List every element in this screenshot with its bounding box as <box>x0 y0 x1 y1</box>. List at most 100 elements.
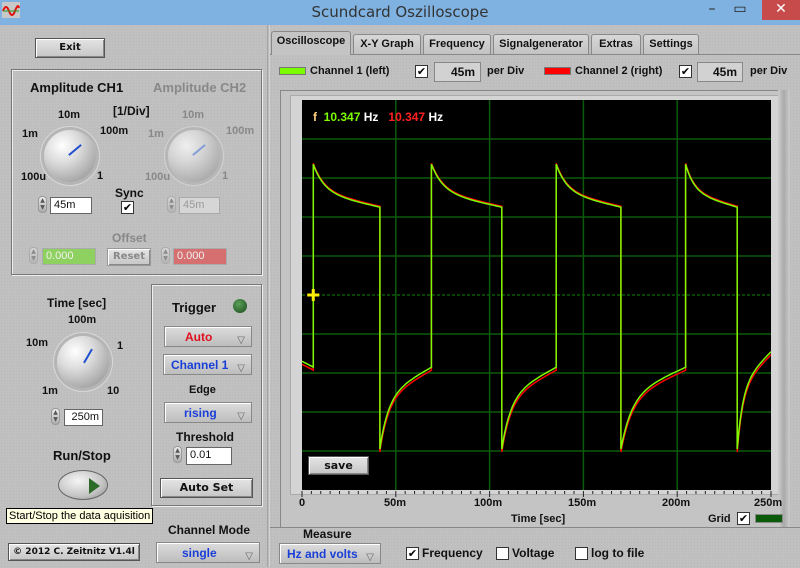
tab-oscilloscope[interactable]: Oscilloscope <box>271 31 351 55</box>
trigger-channel-value: Channel 1 <box>171 358 229 372</box>
grid-color-swatch[interactable] <box>755 514 783 523</box>
x-tick-label: 200m <box>662 497 691 509</box>
sync-label: Sync <box>115 186 144 200</box>
tab-xy-graph[interactable]: X-Y Graph <box>353 34 421 54</box>
ch1-amplitude-spinner[interactable]: ▲ ▼ <box>38 196 47 213</box>
tab-settings[interactable]: Settings <box>643 34 699 54</box>
x-axis-label: Time [sec] <box>511 513 566 525</box>
oscilloscope-plot[interactable] <box>301 100 772 490</box>
offset-ch2-spinner: ▲ ▼ <box>161 247 170 264</box>
ch1-scale-10m: 10m <box>58 109 81 121</box>
voltage-option-label: Voltage <box>512 546 555 560</box>
amplitude-ch2-knob <box>168 130 220 182</box>
freq-unit-ch2: Hz <box>428 110 444 124</box>
x-axis-ticks <box>301 491 772 497</box>
amplitude-ch2-title: Amplitude CH2 <box>153 80 247 95</box>
freq-ch1: 10.347 <box>323 110 361 124</box>
ch2-per-div-field[interactable]: 45m <box>697 62 743 82</box>
runstop-button[interactable] <box>58 470 108 500</box>
freq-unit-ch1: Hz <box>363 110 379 124</box>
trigger-led-icon <box>233 299 247 313</box>
play-icon <box>89 478 100 494</box>
ch1-per-div-field[interactable]: 45m <box>434 62 481 82</box>
channel-2-trace <box>301 163 772 453</box>
frequency-option-label: Frequency <box>422 546 483 560</box>
save-button[interactable]: save <box>308 456 369 475</box>
threshold-input[interactable]: 0.01 <box>186 447 232 465</box>
chevron-down-icon: ▽ <box>237 335 245 346</box>
runstop-title: Run/Stop <box>53 448 111 463</box>
trigger-edge-dropdown[interactable]: rising ▽ <box>164 402 252 423</box>
time-spinner[interactable]: ▲ ▼ <box>51 408 60 425</box>
x-tick-label: 150m <box>568 497 597 509</box>
trigger-mode-value: Auto <box>185 330 213 344</box>
panel-divider <box>267 25 270 567</box>
measure-label: Measure <box>303 527 352 541</box>
frequency-checkbox[interactable]: ✔ <box>406 547 419 560</box>
ch2-scale-1m: 1m <box>148 128 164 140</box>
grid-checkbox[interactable]: ✔ <box>737 512 750 525</box>
time-scale-1m: 1m <box>42 385 58 397</box>
threshold-label: Threshold <box>176 430 235 444</box>
chevron-down-icon: ▽ <box>237 363 245 374</box>
ch2-enable-checkbox[interactable]: ✔ <box>679 65 692 78</box>
measure-mode-dropdown[interactable]: Hz and volts ▽ <box>279 543 381 564</box>
close-icon[interactable]: ✕ <box>762 0 800 20</box>
channel-mode-value: single <box>182 546 217 560</box>
ch1-amplitude-input[interactable]: 45m <box>50 197 92 214</box>
trigger-edge-value: rising <box>184 406 217 420</box>
time-scale-10m: 10m <box>26 337 49 349</box>
trigger-mode-dropdown[interactable]: Auto ▽ <box>164 326 252 347</box>
time-scale-10: 10 <box>107 385 120 397</box>
time-knob[interactable] <box>57 336 109 388</box>
time-title: Time [sec] <box>47 296 107 310</box>
frequency-readout: f 10.347 Hz 10.347 Hz <box>313 110 443 124</box>
x-tick-label: 50m <box>384 497 407 509</box>
offset-label: Offset <box>112 231 147 245</box>
amplitude-ch1-knob[interactable] <box>44 130 96 182</box>
voltage-checkbox[interactable] <box>496 547 509 560</box>
x-tick-label: 100m <box>474 497 503 509</box>
offset-reset-button: Reset <box>107 248 151 266</box>
measure-mode-value: Hz and volts <box>287 547 358 561</box>
tab-signalgenerator[interactable]: Signalgenerator <box>493 34 589 54</box>
log-to-file-checkbox[interactable] <box>575 547 588 560</box>
amplitude-unit-label: [1/Div] <box>113 104 150 118</box>
tab-frequency[interactable]: Frequency <box>423 34 491 54</box>
ch1-label: Channel 1 (left) <box>310 65 390 77</box>
autoset-button[interactable]: Auto Set <box>160 478 253 498</box>
amplitude-ch1-title: Amplitude CH1 <box>30 80 124 95</box>
ch1-enable-checkbox[interactable]: ✔ <box>415 65 428 78</box>
runstop-tooltip: Start/Stop the data aquisition <box>6 508 154 524</box>
edge-label: Edge <box>189 384 216 396</box>
exit-button[interactable]: Exit <box>35 38 105 58</box>
tab-extras[interactable]: Extras <box>591 34 641 54</box>
ch1-scale-1: 1 <box>97 170 104 182</box>
ch2-color-swatch[interactable] <box>544 67 571 75</box>
x-tick-label: 0 <box>299 497 306 509</box>
channel-mode-label: Channel Mode <box>168 523 251 537</box>
channel-mode-dropdown[interactable]: single ▽ <box>156 542 260 563</box>
sync-checkbox[interactable]: ✔ <box>121 201 134 214</box>
minimize-icon[interactable]: – <box>702 0 722 20</box>
ch1-scale-1m: 1m <box>22 128 38 140</box>
grid-label: Grid <box>708 513 731 525</box>
x-tick-label: 250m <box>754 497 783 509</box>
trigger-channel-dropdown[interactable]: Channel 1 ▽ <box>163 354 252 375</box>
window-title: Scundcard Oszilloscope <box>311 3 489 21</box>
time-input[interactable]: 250m <box>64 409 103 426</box>
ch1-scale-100m: 100m <box>100 125 129 137</box>
ch2-amplitude-input: 45m <box>179 197 220 214</box>
freq-prefix: f <box>313 110 317 124</box>
chevron-down-icon: ▽ <box>245 551 253 562</box>
title-bar: Scundcard Oszilloscope – ▭ ✕ <box>0 0 800 25</box>
copyright-button[interactable]: © 2012 C. Zeitnitz V1.4l <box>8 543 140 561</box>
ch1-color-swatch[interactable] <box>279 67 306 75</box>
threshold-spinner[interactable]: ▲ ▼ <box>173 446 182 463</box>
offset-ch2-field: 0.000 <box>173 248 227 265</box>
trigger-title: Trigger <box>172 300 217 315</box>
log-to-file-label: log to file <box>591 546 645 560</box>
ch2-scale-100m: 100m <box>226 125 255 137</box>
maximize-icon[interactable]: ▭ <box>728 0 752 20</box>
ch1-scale-100u: 100u <box>21 171 47 183</box>
